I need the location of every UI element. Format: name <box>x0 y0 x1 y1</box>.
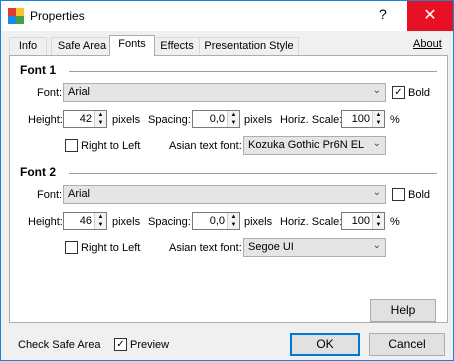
tab-effects[interactable]: Effects <box>153 37 201 55</box>
font1-asian-select[interactable]: Kozuka Gothic Pr6N EL ⌄ <box>243 136 386 155</box>
chevron-down-icon: ⌄ <box>372 85 381 96</box>
spin-up-icon[interactable]: ▲ <box>229 111 238 119</box>
cancel-button[interactable]: Cancel <box>369 333 445 356</box>
font1-divider <box>69 71 437 72</box>
font2-font-select[interactable]: Arial ⌄ <box>63 185 386 204</box>
tab-presentation-style[interactable]: Presentation Style <box>199 37 299 55</box>
chevron-down-icon: ⌄ <box>372 138 381 149</box>
font1-hscale-spin-buttons[interactable]: ▲ ▼ <box>372 111 384 127</box>
font1-spacing-spin-buttons[interactable]: ▲ ▼ <box>227 111 239 127</box>
font2-spacing-value: 0,0 <box>209 215 225 227</box>
font1-font-value: Arial <box>68 86 91 98</box>
font2-height-unit: pixels <box>112 216 141 228</box>
font2-spacing-spin-buttons[interactable]: ▲ ▼ <box>227 213 239 229</box>
font1-height-spin-buttons[interactable]: ▲ ▼ <box>94 111 106 127</box>
font2-rtl-label: Right to Left <box>81 242 141 254</box>
font1-hscale-stepper[interactable]: 100 ▲ ▼ <box>341 110 385 128</box>
app-icon <box>8 8 24 24</box>
font1-section-title: Font 1 <box>20 63 56 77</box>
font2-height-label: Height: <box>28 216 63 228</box>
font1-font-label: Font: <box>37 87 63 99</box>
about-link[interactable]: About <box>413 38 442 50</box>
close-button[interactable]: ✕ <box>407 1 453 31</box>
font2-bold-label: Bold <box>408 189 431 201</box>
spin-down-icon[interactable]: ▼ <box>374 119 383 127</box>
tab-info[interactable]: Info <box>9 37 47 55</box>
spin-up-icon[interactable]: ▲ <box>374 213 383 221</box>
spin-up-icon[interactable]: ▲ <box>229 213 238 221</box>
font2-spacing-label: Spacing: <box>148 216 191 228</box>
spin-up-icon[interactable]: ▲ <box>374 111 383 119</box>
spin-up-icon[interactable]: ▲ <box>96 111 105 119</box>
font2-section-title: Font 2 <box>20 165 56 179</box>
font2-height-value: 46 <box>79 215 92 227</box>
font2-divider <box>69 173 437 174</box>
font1-asian-label: Asian text font: <box>169 140 242 152</box>
font1-rtl-checkbox[interactable] <box>65 139 78 152</box>
spin-down-icon[interactable]: ▼ <box>374 221 383 229</box>
font2-font-label: Font: <box>37 189 63 201</box>
spin-up-icon[interactable]: ▲ <box>96 213 105 221</box>
tab-safe-area[interactable]: Safe Area <box>51 37 113 55</box>
font2-asian-label: Asian text font: <box>169 242 242 254</box>
font2-bold-checkbox[interactable] <box>392 188 405 201</box>
font2-spacing-unit: pixels <box>244 216 273 228</box>
preview-label: Preview <box>130 339 170 351</box>
ok-button[interactable]: OK <box>290 333 360 356</box>
spin-down-icon[interactable]: ▼ <box>96 119 105 127</box>
spin-down-icon[interactable]: ▼ <box>229 119 238 127</box>
font2-font-value: Arial <box>68 188 91 200</box>
font2-asian-value: Segoe UI <box>248 241 294 253</box>
check-safe-area-label[interactable]: Check Safe Area <box>18 339 101 351</box>
preview-checkbox[interactable]: ✓ <box>114 338 127 351</box>
font2-hscale-spin-buttons[interactable]: ▲ ▼ <box>372 213 384 229</box>
font1-spacing-label: Spacing: <box>148 114 191 126</box>
tab-fonts[interactable]: Fonts <box>109 35 155 56</box>
window-title: Properties <box>30 9 85 23</box>
font1-asian-value: Kozuka Gothic Pr6N EL <box>248 139 365 151</box>
spin-down-icon[interactable]: ▼ <box>229 221 238 229</box>
help-question-button[interactable]: ? <box>379 6 387 22</box>
font1-hscale-label: Horiz. Scale: <box>280 114 343 126</box>
font2-height-spin-buttons[interactable]: ▲ ▼ <box>94 213 106 229</box>
spin-down-icon[interactable]: ▼ <box>96 221 105 229</box>
font2-height-stepper[interactable]: 46 ▲ ▼ <box>63 212 107 230</box>
title-bar[interactable]: Properties ? ✕ <box>1 1 453 31</box>
font2-hscale-unit: % <box>390 216 400 228</box>
font1-bold-label: Bold <box>408 87 431 99</box>
chevron-down-icon: ⌄ <box>372 187 381 198</box>
font1-spacing-stepper[interactable]: 0,0 ▲ ▼ <box>192 110 240 128</box>
font2-rtl-checkbox[interactable] <box>65 241 78 254</box>
font1-height-value: 42 <box>79 113 92 125</box>
font2-asian-select[interactable]: Segoe UI ⌄ <box>243 238 386 257</box>
font1-spacing-unit: pixels <box>244 114 273 126</box>
font1-hscale-value: 100 <box>351 113 370 125</box>
font1-rtl-label: Right to Left <box>81 140 141 152</box>
font2-hscale-value: 100 <box>351 215 370 227</box>
chevron-down-icon: ⌄ <box>372 240 381 251</box>
font1-bold-checkbox[interactable]: ✓ <box>392 86 405 99</box>
font2-hscale-label: Horiz. Scale: <box>280 216 343 228</box>
font1-height-stepper[interactable]: 42 ▲ ▼ <box>63 110 107 128</box>
font1-height-unit: pixels <box>112 114 141 126</box>
font1-height-label: Height: <box>28 114 63 126</box>
font1-hscale-unit: % <box>390 114 400 126</box>
help-button[interactable]: Help <box>370 299 436 322</box>
font1-font-select[interactable]: Arial ⌄ <box>63 83 386 102</box>
font1-spacing-value: 0,0 <box>209 113 225 125</box>
font2-spacing-stepper[interactable]: 0,0 ▲ ▼ <box>192 212 240 230</box>
properties-dialog: Properties ? ✕ Info Safe Area Fonts Effe… <box>0 0 454 361</box>
font2-hscale-stepper[interactable]: 100 ▲ ▼ <box>341 212 385 230</box>
